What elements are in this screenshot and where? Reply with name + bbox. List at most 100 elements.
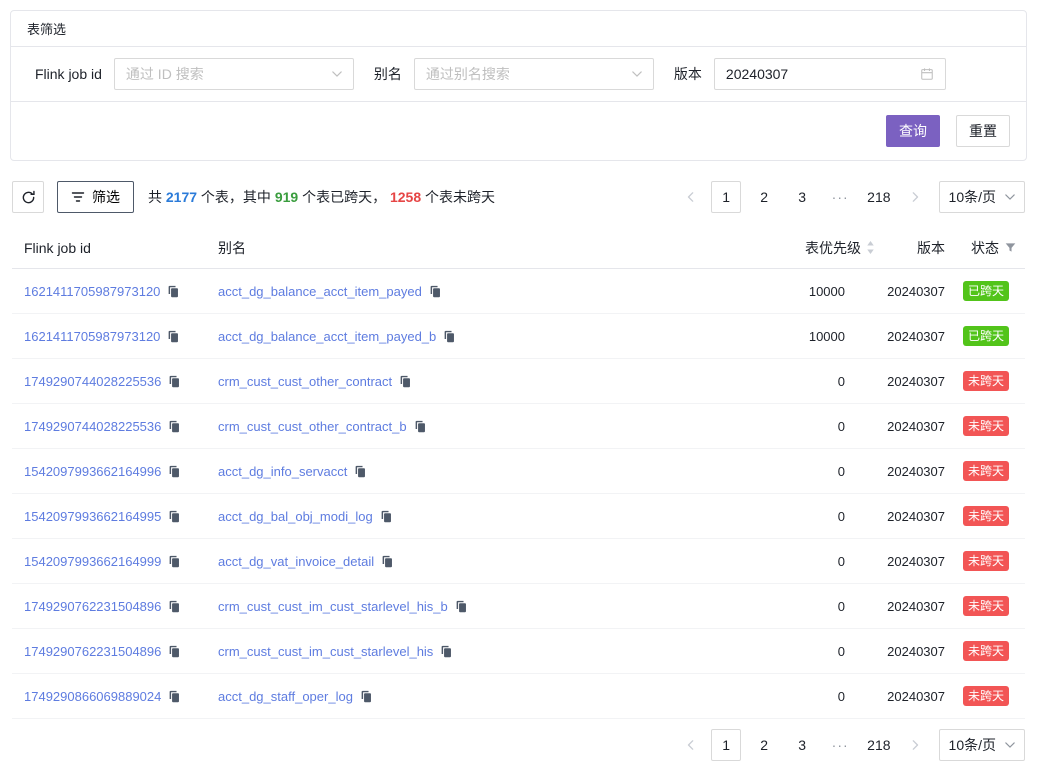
flink-job-id-link[interactable]: 1749290744028225536	[24, 419, 161, 434]
copy-icon[interactable]	[167, 285, 180, 298]
version-cell: 20240307	[875, 464, 945, 479]
flink-job-id-select[interactable]: 通过 ID 搜索	[114, 58, 354, 90]
copy-icon[interactable]	[168, 510, 181, 523]
alias-link[interactable]: crm_cust_cust_other_contract	[218, 374, 392, 389]
column-header-priority[interactable]: 表优先级	[705, 238, 875, 258]
copy-icon[interactable]	[429, 285, 442, 298]
alias-link[interactable]: crm_cust_cust_im_cust_starlevel_his	[218, 644, 433, 659]
chevron-left-icon[interactable]	[679, 729, 703, 761]
summary-part2: 个表，其中	[197, 189, 275, 205]
page-size-value: 10条/页	[949, 735, 996, 755]
version-cell: 20240307	[875, 284, 945, 299]
copy-icon[interactable]	[399, 375, 412, 388]
copy-icon[interactable]	[168, 375, 181, 388]
copy-icon[interactable]	[168, 600, 181, 613]
flink-job-id-link[interactable]: 1749290762231504896	[24, 644, 161, 659]
filter-actions-row: 查询 重置	[11, 101, 1026, 160]
pagination-ellipsis: ···	[825, 729, 855, 761]
flink-job-id-link[interactable]: 1542097993662164995	[24, 509, 161, 524]
table-row: 1621411705987973120 acct_dg_balance_acct…	[12, 314, 1025, 359]
version-cell: 20240307	[875, 689, 945, 704]
alias-link[interactable]: acct_dg_info_servacct	[218, 464, 347, 479]
version-cell: 20240307	[875, 509, 945, 524]
copy-icon[interactable]	[168, 420, 181, 433]
funnel-icon[interactable]	[1005, 242, 1016, 253]
filter-card: 表筛选 Flink job id 通过 ID 搜索 别名 通过别名搜索 版本 2…	[10, 10, 1027, 161]
priority-cell: 0	[705, 554, 875, 569]
pagination-page[interactable]: 3	[787, 729, 817, 761]
priority-cell: 0	[705, 374, 875, 389]
version-label: 版本	[674, 64, 702, 84]
status-badge: 未跨天	[963, 551, 1009, 571]
copy-icon[interactable]	[167, 330, 180, 343]
copy-icon[interactable]	[443, 330, 456, 343]
chevron-left-icon[interactable]	[679, 181, 703, 213]
pagination-page[interactable]: 2	[749, 181, 779, 213]
copy-icon[interactable]	[381, 555, 394, 568]
alias-link[interactable]: acct_dg_staff_oper_log	[218, 689, 353, 704]
priority-cell: 0	[705, 464, 875, 479]
flink-job-id-link[interactable]: 1749290866069889024	[24, 689, 161, 704]
column-header-priority-label: 表优先级	[805, 238, 861, 258]
version-date-input[interactable]: 20240307	[714, 58, 946, 90]
tables-table: Flink job id 别名 表优先级 版本 状态 1621411705987…	[12, 227, 1025, 719]
flink-job-id-link[interactable]: 1621411705987973120	[24, 284, 160, 299]
status-badge: 未跨天	[963, 461, 1009, 481]
flink-job-id-link[interactable]: 1542097993662164996	[24, 464, 161, 479]
priority-cell: 0	[705, 689, 875, 704]
copy-icon[interactable]	[168, 690, 181, 703]
table-body: 1621411705987973120 acct_dg_balance_acct…	[12, 269, 1025, 719]
copy-icon[interactable]	[168, 555, 181, 568]
summary-text: 共 2177 个表，其中 919 个表已跨天， 1258 个表未跨天	[148, 187, 495, 207]
alias-label: 别名	[374, 64, 402, 84]
copy-icon[interactable]	[455, 600, 468, 613]
chevron-down-icon	[632, 69, 642, 79]
sorter-icon[interactable]	[866, 241, 875, 254]
pagination-page[interactable]: 218	[863, 729, 894, 761]
flink-job-id-link[interactable]: 1621411705987973120	[24, 329, 160, 344]
flink-job-id-link[interactable]: 1749290762231504896	[24, 599, 161, 614]
reset-button[interactable]: 重置	[956, 115, 1010, 147]
alias-link[interactable]: acct_dg_balance_acct_item_payed_b	[218, 329, 436, 344]
priority-cell: 0	[705, 644, 875, 659]
alias-placeholder: 通过别名搜索	[426, 64, 510, 84]
copy-icon[interactable]	[380, 510, 393, 523]
chevron-right-icon[interactable]	[903, 181, 927, 213]
chevron-right-icon[interactable]	[903, 729, 927, 761]
pagination-page[interactable]: 218	[863, 181, 894, 213]
refresh-button[interactable]	[12, 181, 44, 213]
table-row: 1542097993662164996 acct_dg_info_servacc…	[12, 449, 1025, 494]
table-row: 1749290866069889024 acct_dg_staff_oper_l…	[12, 674, 1025, 719]
version-value: 20240307	[726, 66, 788, 82]
copy-icon[interactable]	[168, 465, 181, 478]
page-size-select[interactable]: 10条/页	[939, 729, 1025, 761]
pagination-page[interactable]: 1	[711, 181, 741, 213]
copy-icon[interactable]	[354, 465, 367, 478]
page-size-select[interactable]: 10条/页	[939, 181, 1025, 213]
filter-button[interactable]: 筛选	[57, 181, 134, 213]
pagination-page[interactable]: 2	[749, 729, 779, 761]
copy-icon[interactable]	[440, 645, 453, 658]
alias-select[interactable]: 通过别名搜索	[414, 58, 654, 90]
flink-job-id-link[interactable]: 1749290744028225536	[24, 374, 161, 389]
alias-link[interactable]: acct_dg_vat_invoice_detail	[218, 554, 374, 569]
copy-icon[interactable]	[360, 690, 373, 703]
summary-part3: 个表已跨天，	[298, 189, 390, 205]
column-header-alias[interactable]: 别名	[208, 238, 705, 258]
query-button[interactable]: 查询	[886, 115, 940, 147]
table-toolbar: 筛选 共 2177 个表，其中 919 个表已跨天， 1258 个表未跨天 12…	[12, 181, 1025, 213]
chevron-down-icon	[1005, 192, 1015, 202]
alias-link[interactable]: acct_dg_bal_obj_modi_log	[218, 509, 373, 524]
table-row: 1749290762231504896 crm_cust_cust_im_cus…	[12, 584, 1025, 629]
alias-link[interactable]: crm_cust_cust_im_cust_starlevel_his_b	[218, 599, 448, 614]
pagination-page[interactable]: 1	[711, 729, 741, 761]
copy-icon[interactable]	[414, 420, 427, 433]
funnel-lines-icon	[71, 190, 85, 204]
flink-job-id-link[interactable]: 1542097993662164999	[24, 554, 161, 569]
alias-link[interactable]: crm_cust_cust_other_contract_b	[218, 419, 407, 434]
summary-total-count: 2177	[166, 189, 197, 205]
alias-link[interactable]: acct_dg_balance_acct_item_payed	[218, 284, 422, 299]
pagination-page[interactable]: 3	[787, 181, 817, 213]
copy-icon[interactable]	[168, 645, 181, 658]
column-header-flink-job-id[interactable]: Flink job id	[12, 240, 208, 256]
